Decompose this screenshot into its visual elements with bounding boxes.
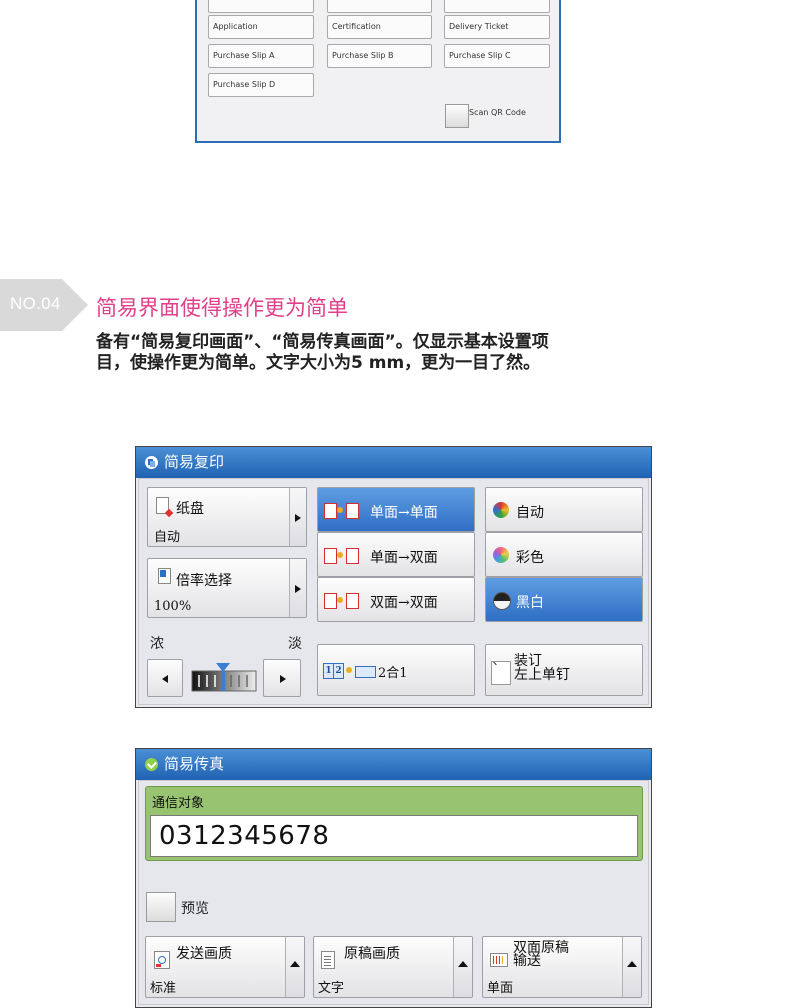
form-button-purchase-slip-d[interactable]: Purchase Slip D	[208, 73, 314, 97]
recipient-box: 通信对象 0312345678	[145, 786, 643, 861]
reduce-enlarge-expand[interactable]	[289, 559, 306, 617]
color-option-black-white[interactable]: 黑白	[485, 577, 643, 622]
resolution-value: 标准	[150, 981, 177, 996]
density-dark-label: 浓	[150, 636, 164, 652]
arrow-right-icon	[280, 675, 286, 683]
original-type-button[interactable]: 原稿画质 文字	[313, 936, 473, 998]
arrow-left-icon	[162, 675, 168, 683]
form-button-purchase-slip-a[interactable]: Purchase Slip A	[208, 44, 314, 68]
two-sided-originals-icon	[490, 953, 508, 967]
simple-fax-screen: 简易传真 通信对象 0312345678 预览 发送画质 标准 原稿画质 文字	[135, 748, 652, 1008]
simplex-to-simplex-icon	[324, 503, 359, 519]
reduce-enlarge-icon	[158, 568, 171, 584]
copy-title: 简易复印	[164, 453, 225, 471]
two-sided-originals-label-2: 输送	[513, 953, 541, 969]
density-lighter-button[interactable]	[263, 659, 301, 697]
copy-content: 纸盘 自动 倍率选择 100% 浓 淡 单面→单面 单面→双面 双面→双面 自动…	[138, 478, 649, 705]
full-color-icon	[493, 547, 509, 563]
copy-title-bar: 简易复印	[136, 447, 651, 478]
duplex-option-1-2-label: 单面→双面	[370, 550, 438, 566]
two-up-label: 2合1	[378, 666, 408, 681]
density-light-label: 淡	[288, 636, 302, 652]
staple-icon	[491, 661, 511, 685]
form-button-purchase-slip-b[interactable]: Purchase Slip B	[327, 44, 432, 68]
form-button-top-1[interactable]	[208, 0, 314, 13]
duplex-to-duplex-icon	[324, 593, 359, 609]
auto-color-icon	[493, 502, 509, 518]
form-selection-panel: Application Certification Delivery Ticke…	[195, 0, 561, 143]
simple-copy-screen: 简易复印 纸盘 自动 倍率选择 100% 浓 淡 单面→单面 单面→双面 双面→…	[135, 446, 652, 708]
reduce-enlarge-label: 倍率选择	[176, 573, 232, 589]
duplex-option-1-1[interactable]: 单面→单面	[317, 487, 475, 532]
fax-title: 简易传真	[164, 755, 225, 773]
arrow-up-icon	[458, 961, 468, 967]
resolution-button[interactable]: 发送画质 标准	[145, 936, 305, 998]
paper-tray-expand[interactable]	[289, 488, 306, 546]
paper-tray-button[interactable]: 纸盘 自动	[147, 487, 307, 547]
recipient-label: 通信对象	[152, 796, 205, 811]
two-sided-originals-value: 单面	[487, 981, 514, 996]
section-heading: 简易界面使得操作更为简单	[96, 296, 348, 320]
two-sided-originals-button[interactable]: 双面原稿 输送 单面	[482, 936, 642, 998]
scan-qr-label: Scan QR Code	[469, 108, 526, 117]
reduce-enlarge-button[interactable]: 倍率选择 100%	[147, 558, 307, 618]
color-option-auto[interactable]: 自动	[485, 487, 643, 532]
scan-qr-checkbox[interactable]	[445, 104, 469, 128]
color-option-auto-label: 自动	[516, 505, 544, 521]
chevron-right-icon	[295, 585, 301, 593]
description-line-1: 备有“简易复印画面”、“简易传真画面”。仅显示基本设置项	[96, 332, 549, 352]
fax-title-bar: 简易传真	[136, 749, 651, 780]
chevron-right-icon	[295, 514, 301, 522]
color-option-black-white-label: 黑白	[516, 595, 544, 611]
form-button-delivery-ticket[interactable]: Delivery Ticket	[444, 15, 550, 39]
staple-value: 左上单钉	[514, 667, 570, 683]
color-option-full[interactable]: 彩色	[485, 532, 643, 577]
original-type-label: 原稿画质	[344, 946, 400, 962]
paper-tray-value: 自动	[154, 530, 181, 545]
original-type-expand[interactable]	[453, 937, 472, 997]
two-up-button[interactable]: 1 2 2合1	[317, 644, 475, 696]
form-button-application[interactable]: Application	[208, 15, 314, 39]
color-option-full-label: 彩色	[516, 550, 544, 566]
original-type-value: 文字	[318, 981, 345, 996]
duplex-option-2-2-label: 双面→双面	[370, 595, 438, 611]
paper-tray-icon	[156, 497, 174, 518]
staple-button[interactable]: 装订 左上单钉	[485, 644, 643, 696]
black-white-icon	[493, 592, 511, 610]
description-line-2: 目，使操作更为简单。文字大小为5 mm，更为一目了然。	[96, 353, 541, 373]
form-button-top-3[interactable]	[444, 0, 550, 13]
density-darker-button[interactable]	[147, 659, 183, 697]
preview-checkbox[interactable]	[146, 892, 176, 922]
copy-app-icon	[145, 456, 158, 469]
section-number: NO.04	[10, 294, 61, 313]
density-slider[interactable]	[191, 663, 257, 693]
form-button-purchase-slip-c[interactable]: Purchase Slip C	[444, 44, 550, 68]
duplex-option-1-2[interactable]: 单面→双面	[317, 532, 475, 577]
resolution-icon	[154, 951, 170, 969]
recipient-input[interactable]: 0312345678	[150, 815, 638, 857]
two-sided-originals-expand[interactable]	[622, 937, 641, 997]
resolution-expand[interactable]	[285, 937, 304, 997]
staple-label: 装订	[514, 653, 542, 669]
duplex-option-1-1-label: 单面→单面	[370, 505, 438, 521]
preview-label: 预览	[181, 901, 209, 917]
form-button-certification[interactable]: Certification	[327, 15, 432, 39]
duplex-option-2-2[interactable]: 双面→双面	[317, 577, 475, 622]
density-scale-icon	[191, 663, 257, 692]
arrow-up-icon	[290, 961, 300, 967]
simplex-to-duplex-icon	[324, 548, 359, 564]
form-button-top-2[interactable]	[327, 0, 432, 13]
original-type-icon	[321, 951, 335, 969]
fax-app-icon	[145, 758, 158, 771]
arrow-up-icon	[627, 961, 637, 967]
two-up-icon: 1 2	[323, 663, 376, 679]
reduce-enlarge-value: 100%	[154, 599, 192, 614]
section-description: 备有“简易复印画面”、“简易传真画面”。仅显示基本设置项 目，使操作更为简单。文…	[96, 332, 656, 374]
resolution-label: 发送画质	[176, 946, 232, 962]
paper-tray-label: 纸盘	[176, 501, 204, 517]
